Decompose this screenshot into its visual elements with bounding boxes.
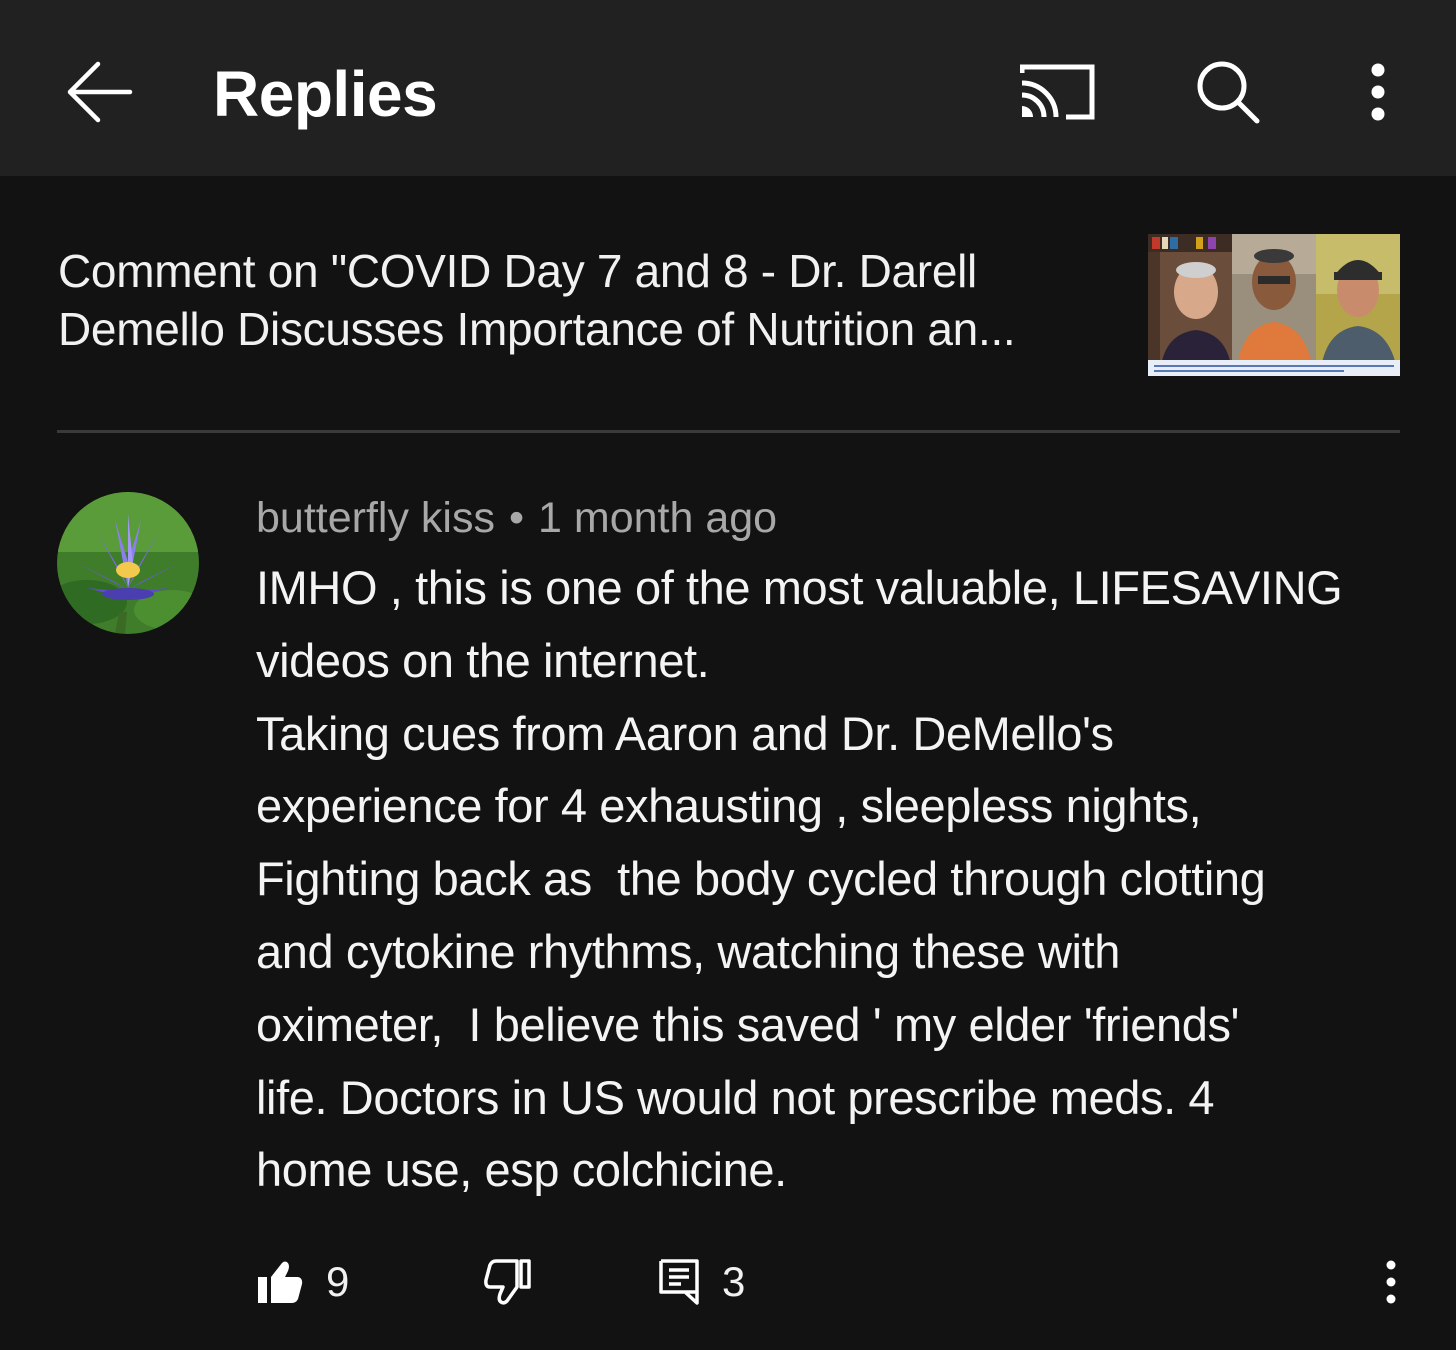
cast-button[interactable] <box>1010 54 1106 130</box>
back-button[interactable] <box>60 54 140 130</box>
divider <box>57 430 1400 433</box>
lotus-flower-image <box>57 492 199 634</box>
context-line: Demello Discusses Importance of Nutritio… <box>58 303 1016 355</box>
comment-line: videos on the internet. <box>256 633 710 687</box>
comment-line: Taking cues from Aaron and Dr. DeMello's <box>256 706 1114 760</box>
more-vert-icon <box>1386 1260 1396 1304</box>
comment-meta: butterfly kiss • 1 month ago <box>256 490 777 546</box>
comment-line: home use, esp colchicine. <box>256 1143 787 1197</box>
app-bar: Replies <box>0 0 1456 176</box>
video-thumbnail-image <box>1148 234 1400 376</box>
context-line: Comment on "COVID Day 7 and 8 - Dr. Dare… <box>58 245 977 297</box>
comment-context[interactable]: Comment on "COVID Day 7 and 8 - Dr. Dare… <box>58 242 1118 358</box>
comment-line: life. Doctors in US would not prescribe … <box>256 1070 1215 1124</box>
thumbs-down-icon <box>484 1259 531 1305</box>
avatar[interactable] <box>57 492 199 634</box>
meta-separator: • <box>508 494 525 542</box>
search-icon <box>1197 61 1260 124</box>
comment-text: IMHO , this is one of the most valuable,… <box>256 552 1416 1207</box>
more-vert-icon <box>1371 63 1385 121</box>
reply-count: 3 <box>722 1258 746 1305</box>
comment-author[interactable]: butterfly kiss <box>256 494 495 542</box>
comment-more-button[interactable] <box>1376 1250 1406 1314</box>
comment-icon <box>659 1259 699 1305</box>
page-title: Replies <box>213 58 438 130</box>
like-count: 9 <box>326 1258 350 1305</box>
comment-line: and cytokine rhythms, watching these wit… <box>256 924 1120 978</box>
like-button[interactable]: 9 <box>256 1250 349 1314</box>
dislike-button[interactable] <box>484 1250 532 1314</box>
reply-button[interactable]: 3 <box>658 1250 745 1314</box>
back-arrow-icon <box>67 61 133 123</box>
thumbs-up-filled-icon <box>258 1261 303 1303</box>
more-options-button[interactable] <box>1350 54 1406 130</box>
comment-actions: 9 3 <box>256 1250 1416 1314</box>
comment-line: IMHO , this is one of the most valuable,… <box>256 561 1343 614</box>
cast-icon <box>1020 64 1095 120</box>
comment-timestamp[interactable]: 1 month ago <box>538 494 777 542</box>
search-button[interactable] <box>1186 54 1270 130</box>
comment-line: oximeter, I believe this saved ' my elde… <box>256 997 1240 1051</box>
video-thumbnail[interactable] <box>1148 234 1400 376</box>
comment-line: experience for 4 exhausting , sleepless … <box>256 779 1202 833</box>
comment-line: Fighting back as the body cycled through… <box>256 852 1266 906</box>
